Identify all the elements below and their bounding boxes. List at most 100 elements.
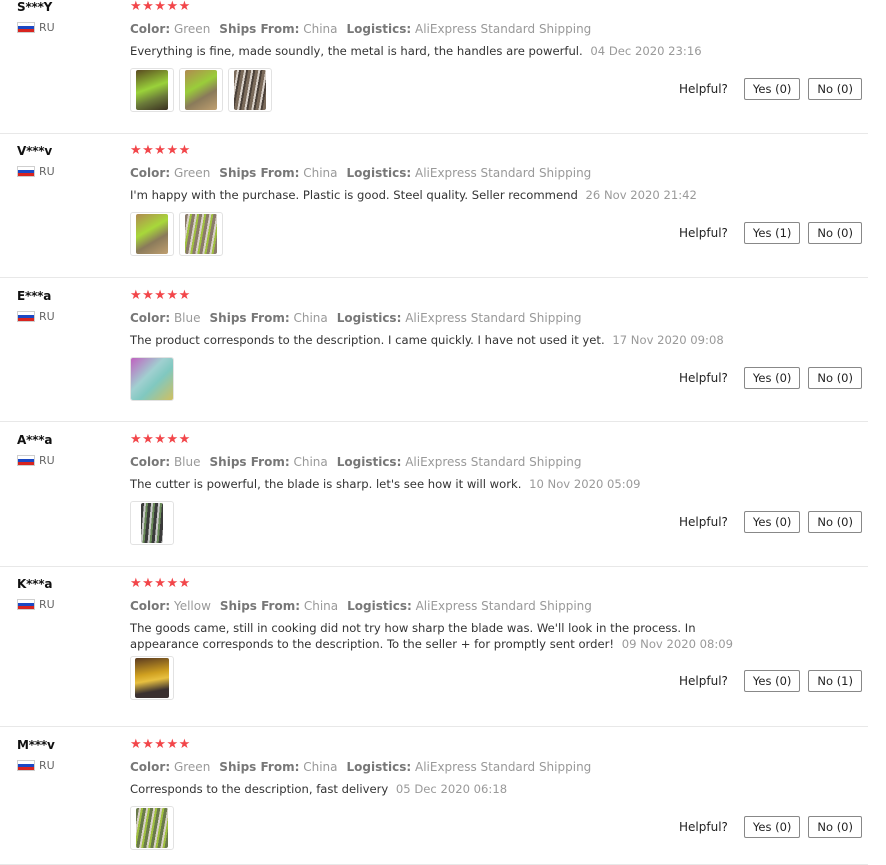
review-photo[interactable] [130, 357, 174, 401]
review-text-block: The goods came, still in cooking did not… [130, 620, 750, 652]
helpful-yes-button[interactable]: Yes (0) [743, 78, 801, 100]
helpful-no-button[interactable]: No (0) [808, 222, 862, 244]
review-text: The goods came, still in cooking did not… [130, 621, 696, 651]
color-value: Green [173, 760, 211, 774]
logistics-label: Logistics: [346, 760, 412, 774]
helpful-vote: Helpful? Yes (0) No (0) [679, 511, 862, 533]
review-body: ★★★★★ Color: Green Ships From: China Logis… [130, 0, 750, 112]
logistics-value: AliExpress Standard Shipping [414, 760, 592, 774]
reviewer-name: V***v [17, 144, 52, 158]
photo-blade-comb [185, 214, 217, 254]
logistics-value: AliExpress Standard Shipping [414, 166, 592, 180]
helpful-label: Helpful? [679, 371, 728, 385]
country-code: RU [39, 598, 55, 611]
order-properties: Color: Blue Ships From: China Logistics: A… [130, 455, 750, 469]
country-code: RU [39, 165, 55, 178]
review-body: ★★★★★ Color: Blue Ships From: China Logist… [130, 289, 750, 401]
helpful-no-button[interactable]: No (0) [808, 78, 862, 100]
review-photo[interactable] [179, 212, 223, 256]
star-rating: ★★★★★ [130, 288, 191, 303]
review-body: ★★★★★ Color: Yellow Ships From: China Logi… [130, 577, 750, 700]
review-photo[interactable] [130, 656, 174, 700]
photo-blade-dark [141, 503, 163, 543]
review-date: 05 Dec 2020 06:18 [395, 782, 508, 796]
reviewer-info: K***a RU [17, 577, 55, 611]
reviewer-name: A***a [17, 433, 53, 447]
logistics-label: Logistics: [336, 455, 402, 469]
photo-green-handle [136, 214, 168, 254]
reviewer-info: M***v RU [17, 738, 55, 772]
review-photo[interactable] [130, 501, 174, 545]
review-item: V***v RU ★★★★★ Color: Green Ships From: C… [0, 144, 868, 278]
review-photos [130, 357, 750, 401]
star-rating: ★★★★★ [130, 432, 191, 447]
reviewer-info: E***a RU [17, 289, 55, 323]
review-photo[interactable] [130, 806, 174, 850]
helpful-yes-button[interactable]: Yes (0) [743, 816, 801, 838]
helpful-no-button[interactable]: No (1) [808, 670, 862, 692]
country-code: RU [39, 21, 55, 34]
helpful-yes-button[interactable]: Yes (0) [743, 367, 801, 389]
logistics-value: AliExpress Standard Shipping [405, 311, 582, 325]
reviewer-info: S***Y RU [17, 0, 55, 34]
ships-label: Ships From: [219, 760, 300, 774]
ships-value: China [303, 599, 339, 613]
review-photo[interactable] [179, 68, 223, 112]
photo-yellow-cutter [135, 658, 169, 698]
reviewer-country: RU [17, 310, 55, 323]
ships-value: China [303, 166, 338, 180]
review-item: A***a RU ★★★★★ Color: Blue Ships From: Ch… [0, 433, 868, 567]
order-properties: Color: Green Ships From: China Logistics: … [130, 760, 750, 774]
review-date: 09 Nov 2020 08:09 [621, 637, 734, 651]
reviewer-info: V***v RU [17, 144, 55, 178]
reviewer-name: E***a [17, 289, 52, 303]
order-properties: Color: Green Ships From: China Logistics: … [130, 166, 750, 180]
review-text: The cutter is powerful, the blade is sha… [130, 477, 522, 491]
russia-flag-icon [17, 455, 35, 466]
logistics-value: AliExpress Standard Shipping [405, 455, 582, 469]
ships-label: Ships From: [219, 599, 301, 613]
helpful-yes-button[interactable]: Yes (0) [743, 511, 801, 533]
logistics-label: Logistics: [346, 22, 412, 36]
color-value: Yellow [173, 599, 211, 613]
order-properties: Color: Yellow Ships From: China Logistics:… [130, 599, 750, 613]
helpful-no-button[interactable]: No (0) [808, 816, 862, 838]
review-photo[interactable] [130, 212, 174, 256]
logistics-value: AliExpress Standard Shipping [414, 22, 592, 36]
review-photo[interactable] [228, 68, 272, 112]
helpful-label: Helpful? [679, 820, 728, 834]
review-body: ★★★★★ Color: Blue Ships From: China Logist… [130, 433, 750, 545]
review-date: 26 Nov 2020 21:42 [585, 188, 697, 202]
order-properties: Color: Green Ships From: China Logistics: … [130, 22, 750, 36]
review-text: I'm happy with the purchase. Plastic is … [130, 188, 578, 202]
ships-label: Ships From: [219, 166, 300, 180]
helpful-yes-button[interactable]: Yes (1) [743, 222, 801, 244]
review-item: E***a RU ★★★★★ Color: Blue Ships From: Ch… [0, 289, 868, 422]
ships-value: China [293, 311, 328, 325]
star-rating: ★★★★★ [130, 0, 191, 14]
helpful-vote: Helpful? Yes (1) No (0) [679, 222, 862, 244]
helpful-no-button[interactable]: No (0) [808, 511, 862, 533]
color-value: Blue [173, 455, 201, 469]
helpful-label: Helpful? [679, 226, 728, 240]
review-text-block: Corresponds to the description, fast del… [130, 781, 750, 797]
reviewer-name: S***Y [17, 0, 53, 14]
helpful-no-button[interactable]: No (0) [808, 367, 862, 389]
review-photo[interactable] [130, 68, 174, 112]
color-value: Green [173, 22, 211, 36]
russia-flag-icon [17, 166, 35, 177]
helpful-yes-button[interactable]: Yes (0) [743, 670, 801, 692]
review-photos [130, 212, 750, 256]
ships-value: China [303, 22, 338, 36]
helpful-label: Helpful? [679, 82, 728, 96]
ships-label: Ships From: [219, 22, 300, 36]
photo-blade-comb [234, 70, 266, 110]
helpful-vote: Helpful? Yes (0) No (0) [679, 816, 862, 838]
review-photos [130, 501, 750, 545]
review-text-block: Everything is fine, made soundly, the me… [130, 43, 750, 59]
review-text-block: I'm happy with the purchase. Plastic is … [130, 187, 750, 203]
photo-blade-comb [136, 808, 168, 848]
color-label: Color: [130, 455, 171, 469]
order-properties: Color: Blue Ships From: China Logistics: A… [130, 311, 750, 325]
review-text-block: The cutter is powerful, the blade is sha… [130, 476, 750, 492]
